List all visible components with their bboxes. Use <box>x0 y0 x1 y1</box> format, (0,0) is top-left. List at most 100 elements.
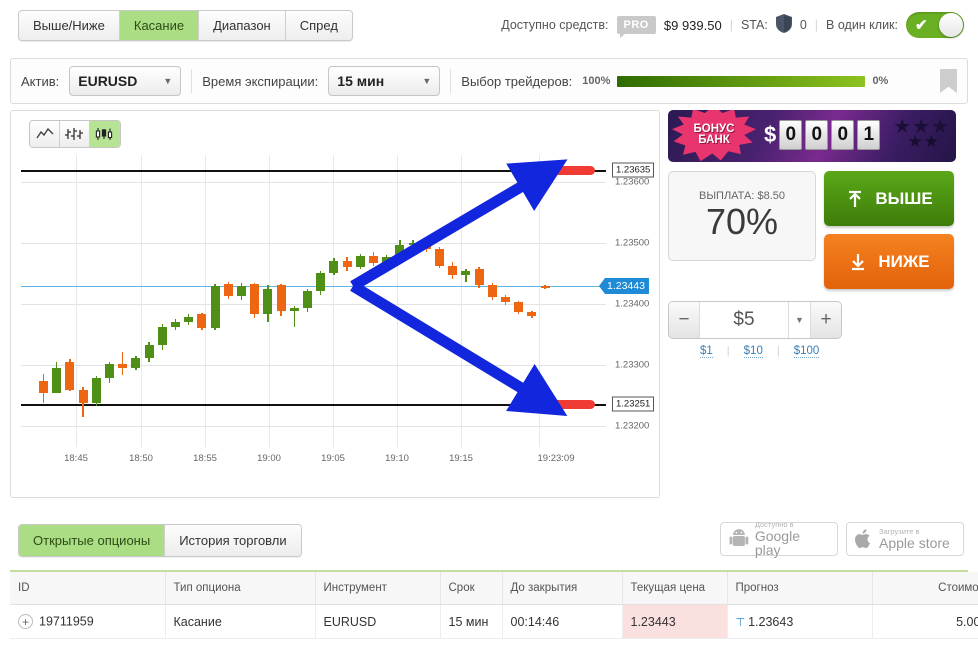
tab-trade-history[interactable]: История торговли <box>165 525 301 556</box>
bonus-counter: $ 0 0 0 1 <box>764 120 881 150</box>
candle-body <box>197 314 207 328</box>
asset-select[interactable]: EURUSD ▼ <box>69 66 182 96</box>
candle-body <box>39 381 48 394</box>
cell-instrument: EURUSD <box>315 604 441 639</box>
call-higher-button[interactable]: ВЫШЕ <box>824 171 954 226</box>
table-row[interactable]: +19711959 Касание EURUSD 15 мин 00:14:46… <box>10 604 978 639</box>
candle-body <box>131 358 141 368</box>
option-tab-spread[interactable]: Спред <box>285 10 352 40</box>
x-tick: 19:00 <box>257 453 281 464</box>
bonus-digit: 0 <box>831 120 855 150</box>
y-tick: 1.23500 <box>615 237 650 249</box>
chart-panel: 1.23635 1.23600 1.23500 1.23443 1.23400 … <box>10 110 660 498</box>
amount-decrease-button[interactable]: − <box>669 302 699 338</box>
cell-option-type: Касание <box>165 604 316 639</box>
option-tab-higher-lower[interactable]: Выше/Ниже <box>19 10 120 40</box>
chevron-down-icon: ▼ <box>163 76 173 86</box>
bookmark-icon[interactable] <box>940 69 957 93</box>
amount-stepper[interactable]: − $5 ▼ + <box>668 301 842 339</box>
option-type-tabs[interactable]: Выше/Ниже Касание Диапазон Спред <box>18 9 353 41</box>
traders-choice-meter: 100% 0% <box>582 75 888 87</box>
line-chart-icon[interactable] <box>30 121 60 147</box>
upper-barrier-marker <box>511 166 595 175</box>
trade-buttons: ВЫШЕ НИЖЕ <box>824 171 954 289</box>
x-tick: 18:55 <box>193 453 217 464</box>
candle-body <box>65 361 75 390</box>
cell-current-price: 1.23443 <box>622 604 728 639</box>
asset-bar: Актив: EURUSD ▼ Время экспирации: 15 мин… <box>10 58 968 104</box>
apple-store-label: Apple store <box>879 534 950 551</box>
put-lower-button[interactable]: НИЖЕ <box>824 234 954 289</box>
candle-body <box>171 321 180 327</box>
bonus-digit: 1 <box>857 120 881 150</box>
amount-row: − $5 ▼ + <box>668 301 968 339</box>
bonus-bank-banner[interactable]: ★★★ ★★ БОНУС БАНК $ 0 0 0 1 <box>668 110 956 162</box>
bonus-line2: БАНК <box>698 134 730 146</box>
top-bar: Выше/Ниже Касание Диапазон Спред Доступн… <box>0 0 978 50</box>
arrow-up-icon <box>849 190 862 207</box>
candle-body <box>289 308 299 311</box>
candle-body <box>461 270 471 276</box>
expiry-select[interactable]: 15 мин ▼ <box>328 66 441 96</box>
google-play-badge[interactable]: Доступно в Google play <box>720 521 838 558</box>
quick-amount-100[interactable]: $100 <box>793 345 820 358</box>
candle-body <box>250 283 260 315</box>
cell-forecast: ⊤ 1.23643 <box>727 604 873 639</box>
option-tab-range[interactable]: Диапазон <box>199 10 286 40</box>
candle-body <box>144 344 154 359</box>
positions-tabs[interactable]: Открытые опционы История торговли <box>18 524 302 557</box>
x-tick: 18:50 <box>129 453 153 464</box>
candle-body <box>52 367 62 394</box>
lower-barrier-label: 1.23251 <box>612 396 655 412</box>
tab-open-options[interactable]: Открытые опционы <box>19 525 166 556</box>
x-tick: 19:05 <box>321 453 345 464</box>
cell-id: +19711959 <box>10 604 166 639</box>
option-tab-touch[interactable]: Касание <box>119 10 200 40</box>
quick-amount-1[interactable]: $1 <box>700 345 713 358</box>
candlestick-chart-icon[interactable] <box>90 121 120 147</box>
x-tick: 19:10 <box>385 453 409 464</box>
candle-body <box>223 283 233 297</box>
x-tick: 19:23:09 <box>537 453 575 464</box>
open-options-table: ID Тип опциона Инструмент Срок До закрыт… <box>10 570 978 662</box>
quick-amount-10[interactable]: $10 <box>743 345 763 358</box>
traders-choice-bar <box>617 75 866 87</box>
candle-body <box>369 255 378 264</box>
expiry-label: Время экспирации: <box>202 73 319 89</box>
candle-body <box>329 260 339 273</box>
put-lower-label: НИЖЕ <box>878 251 930 271</box>
apple-icon <box>855 529 870 549</box>
candlestick-plot[interactable] <box>21 155 606 447</box>
cell-until-close: 00:14:46 <box>502 604 623 639</box>
candle-body <box>78 389 88 404</box>
app-store-badges: Доступно в Google play Загрузите в Apple… <box>720 521 964 558</box>
bar-chart-icon[interactable] <box>60 121 90 147</box>
candle-body <box>91 377 101 404</box>
chart-type-toolbar[interactable] <box>29 120 121 148</box>
bonus-burst: БОНУС БАНК <box>672 110 756 162</box>
chevron-down-icon[interactable]: ▼ <box>789 302 811 338</box>
funds-label: Доступно средств: <box>501 18 609 32</box>
expand-row-icon[interactable]: + <box>18 614 33 629</box>
google-play-label: Google play <box>754 527 800 558</box>
candle-body <box>514 302 524 312</box>
bonus-digit: 0 <box>805 120 829 150</box>
th-forecast: Прогноз <box>727 572 873 605</box>
amount-increase-button[interactable]: + <box>811 302 841 338</box>
th-id: ID <box>10 572 166 605</box>
apple-store-badge[interactable]: Загрузите в Apple store <box>846 522 964 556</box>
one-click-toggle[interactable]: ✔ <box>906 12 964 38</box>
bonus-currency: $ <box>764 122 777 147</box>
candle-body <box>355 255 365 267</box>
divider: | <box>776 345 780 357</box>
candle-body <box>118 364 128 368</box>
candle-body <box>105 364 114 378</box>
th-current-price: Текущая цена <box>622 572 728 605</box>
y-tick: 1.23300 <box>615 359 650 371</box>
divider: | <box>814 18 819 32</box>
row-id: 19711959 <box>39 614 94 629</box>
trade-panel: ★★★ ★★ БОНУС БАНК $ 0 0 0 1 ВЫПЛАТА: $8.… <box>668 110 968 498</box>
amount-input[interactable]: $5 <box>699 302 789 338</box>
x-axis: 18:45 18:50 18:55 19:00 19:05 19:10 19:1… <box>21 451 661 475</box>
payout-box: ВЫПЛАТА: $8.50 70% <box>668 171 816 261</box>
